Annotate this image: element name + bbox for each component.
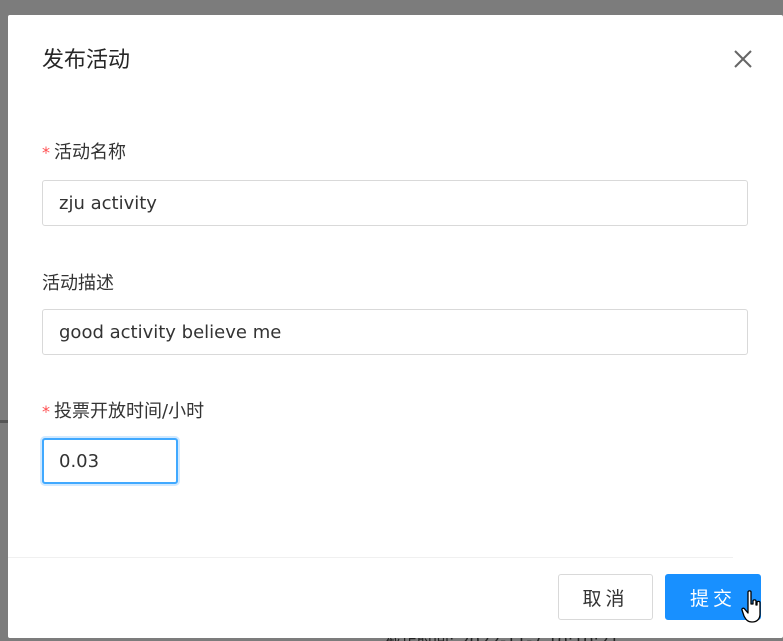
activity-name-input[interactable] xyxy=(42,180,748,226)
activity-name-label-text: 活动名称 xyxy=(54,142,126,163)
publish-activity-modal: 发布活动 *活动名称 活动描述 *投票开放时间/小时 取消 提交 xyxy=(8,15,783,638)
vote-duration-label: * 投票开放时间/小时 xyxy=(42,397,204,423)
hand-cursor-icon xyxy=(741,590,761,623)
required-mark: * xyxy=(42,402,50,421)
vote-duration-label-text: 投票开放时间/小时 xyxy=(54,401,205,422)
activity-description-label: 活动描述 xyxy=(42,273,114,294)
modal-title: 发布活动 xyxy=(42,48,131,73)
vote-duration-input[interactable] xyxy=(42,438,178,484)
background-divider xyxy=(0,420,8,423)
activity-name-label: * 活动名称 xyxy=(42,138,126,164)
footer-divider xyxy=(8,557,733,558)
cancel-button[interactable]: 取消 xyxy=(558,574,653,620)
required-mark: * xyxy=(42,143,50,162)
activity-description-input[interactable] xyxy=(42,309,748,355)
close-icon[interactable] xyxy=(728,44,758,74)
